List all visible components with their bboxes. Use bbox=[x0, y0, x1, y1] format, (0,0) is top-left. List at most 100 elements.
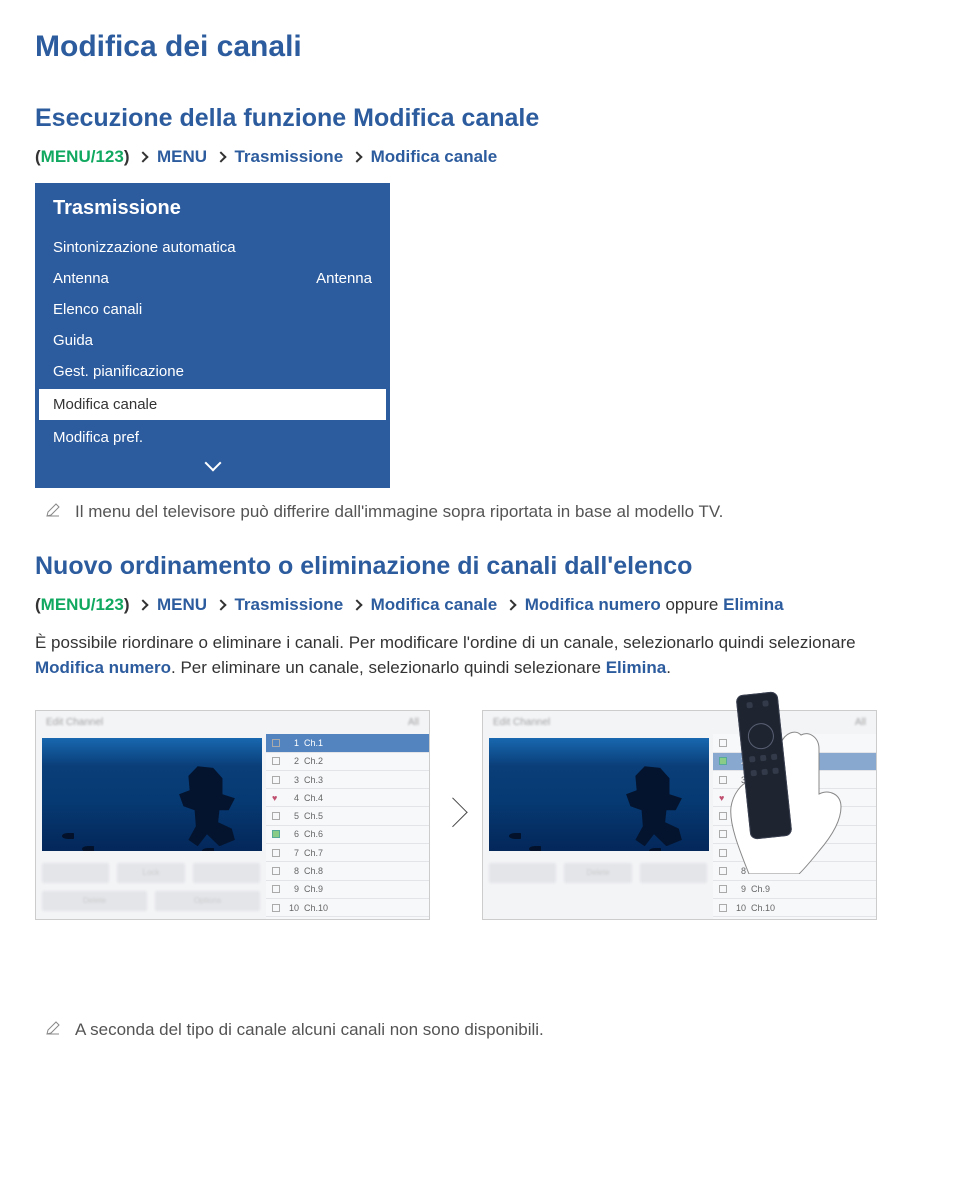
shot-header-left: Edit Channel bbox=[493, 717, 550, 728]
channel-name: Ch.8 bbox=[304, 866, 323, 876]
lock-icon bbox=[719, 885, 727, 893]
lock-icon bbox=[272, 812, 280, 820]
note-1: Il menu del televisore può differire dal… bbox=[45, 502, 925, 522]
lock-icon bbox=[272, 904, 280, 912]
bc-menu: MENU bbox=[157, 147, 207, 166]
bc-item4: Elimina bbox=[723, 595, 783, 614]
hand-icon bbox=[719, 729, 849, 874]
channel-name: Ch.9 bbox=[751, 884, 770, 894]
footer-btn-options[interactable]: Options bbox=[155, 891, 260, 911]
section1-heading: Esecuzione della funzione Modifica canal… bbox=[35, 104, 925, 133]
channel-name: Ch.1 bbox=[304, 738, 323, 748]
shot-preview-left: Lock Delete Options bbox=[36, 734, 266, 919]
footer-btn[interactable] bbox=[42, 863, 109, 883]
body-kw2: Elimina bbox=[606, 658, 666, 677]
footer-btn-delete[interactable]: Delete bbox=[42, 891, 147, 911]
heart-icon: ♥ bbox=[272, 794, 280, 802]
hand-remote-overlay bbox=[715, 697, 870, 872]
channel-row[interactable]: 2 Ch.2 bbox=[266, 753, 429, 771]
menu-item[interactable]: Modifica canale bbox=[39, 389, 386, 420]
channel-row[interactable]: 9 Ch.9 bbox=[713, 881, 876, 899]
body-kw1: Modifica numero bbox=[35, 658, 171, 677]
footer-btn-lock[interactable]: Lock bbox=[117, 863, 184, 883]
note2-text: A seconda del tipo di canale alcuni cana… bbox=[75, 1020, 544, 1040]
chevron-down-icon[interactable] bbox=[204, 455, 221, 472]
channel-number: 10 bbox=[285, 903, 299, 913]
lock-icon bbox=[272, 776, 280, 784]
menu-item[interactable]: Guida bbox=[35, 325, 390, 356]
menu-item[interactable]: Antenna Antenna bbox=[35, 263, 390, 294]
footer-btn[interactable] bbox=[193, 863, 260, 883]
channel-row[interactable]: 5 Ch.5 bbox=[266, 807, 429, 825]
bc-item1: Trasmissione bbox=[234, 595, 343, 614]
body-mid: . Per eliminare un canale, selezionarlo … bbox=[171, 658, 606, 677]
menu-item[interactable]: Sintonizzazione automatica bbox=[35, 232, 390, 263]
channel-number: 9 bbox=[732, 884, 746, 894]
channel-name: Ch.6 bbox=[304, 829, 323, 839]
checkbox-checked-icon bbox=[272, 830, 280, 838]
bc-menu123: MENU/123 bbox=[41, 595, 124, 614]
breadcrumb-1: (MENU/123) MENU Trasmissione Modifica ca… bbox=[35, 147, 925, 167]
bc-item3: Modifica numero bbox=[525, 595, 661, 614]
bc-menu123: MENU/123 bbox=[41, 147, 124, 166]
channel-row[interactable]: 10Ch.10 bbox=[713, 899, 876, 917]
breadcrumb-2: (MENU/123) MENU Trasmissione Modifica ca… bbox=[35, 595, 925, 615]
channel-row[interactable]: 8Ch.8 bbox=[266, 862, 429, 880]
menu-item-label: Elenco canali bbox=[53, 301, 142, 318]
channel-number: 1 bbox=[285, 738, 299, 748]
channel-row[interactable]: 9Ch.9 bbox=[266, 881, 429, 899]
chevron-right-icon bbox=[351, 151, 362, 162]
chevron-right-icon bbox=[138, 151, 149, 162]
channel-list-left: 1 Ch.1 2 Ch.2 3Ch.3 ♥ 4 Ch.4 5 Ch.5 6Ch.67Ch.78Ch.… bbox=[266, 734, 429, 919]
channel-row[interactable]: 1 Ch.1 bbox=[266, 734, 429, 752]
channel-row[interactable]: 3Ch.3 bbox=[266, 771, 429, 789]
channel-name: Ch.10 bbox=[304, 903, 328, 913]
diver-icon bbox=[176, 766, 238, 846]
bc-item2: Modifica canale bbox=[371, 147, 498, 166]
tv-menu-panel: Trasmissione Sintonizzazione automaticaA… bbox=[35, 183, 390, 488]
menu-item[interactable]: Modifica pref. bbox=[35, 422, 390, 453]
lock-icon bbox=[272, 867, 280, 875]
paren-close: ) bbox=[124, 147, 130, 166]
channel-number: 5 bbox=[285, 811, 299, 821]
shot-preview-right: Delete bbox=[483, 734, 713, 919]
channel-name: Ch.7 bbox=[304, 848, 323, 858]
menu-item[interactable]: Elenco canali bbox=[35, 294, 390, 325]
shot-header-left: Edit Channel bbox=[46, 717, 103, 728]
body-pre: È possibile riordinare o eliminare i can… bbox=[35, 633, 856, 652]
section2-body: È possibile riordinare o eliminare i can… bbox=[35, 631, 925, 680]
menu-item[interactable]: Gest. pianificazione bbox=[35, 356, 390, 387]
underwater-image bbox=[489, 738, 709, 851]
channel-number: 2 bbox=[285, 756, 299, 766]
channel-number: 4 bbox=[285, 793, 299, 803]
menu-item-label: Guida bbox=[53, 332, 93, 349]
channel-row[interactable]: 7Ch.7 bbox=[266, 844, 429, 862]
channel-row[interactable]: 10 Ch.10 bbox=[266, 899, 429, 917]
footer-btn[interactable] bbox=[489, 863, 556, 883]
menu-item-label: Antenna bbox=[53, 270, 109, 287]
bc-or: oppure bbox=[661, 595, 723, 614]
lock-icon bbox=[272, 885, 280, 893]
body-end: . bbox=[666, 658, 671, 677]
note-2: A seconda del tipo di canale alcuni cana… bbox=[45, 1020, 925, 1040]
paren-close: ) bbox=[124, 595, 130, 614]
channel-name: Ch.2 bbox=[304, 756, 323, 766]
chevron-right-icon bbox=[505, 599, 516, 610]
menu-item-label: Sintonizzazione automatica bbox=[53, 239, 236, 256]
channel-name: Ch.5 bbox=[304, 811, 323, 821]
footer-btn[interactable] bbox=[640, 863, 707, 883]
channel-row[interactable]: 6Ch.6 bbox=[266, 826, 429, 844]
remote-icon bbox=[736, 691, 793, 840]
lock-icon bbox=[272, 739, 280, 747]
menu-item-value: Antenna bbox=[316, 270, 372, 287]
section2-heading: Nuovo ordinamento o eliminazione di cana… bbox=[35, 552, 925, 581]
channel-name: Ch.4 bbox=[304, 793, 323, 803]
page-title: Modifica dei canali bbox=[35, 30, 925, 64]
lock-icon bbox=[719, 904, 727, 912]
channel-number: 9 bbox=[285, 884, 299, 894]
chevron-right-icon bbox=[351, 599, 362, 610]
chevron-right-icon bbox=[138, 599, 149, 610]
footer-btn-delete[interactable]: Delete bbox=[564, 863, 631, 883]
channel-row[interactable]: ♥ 4 Ch.4 bbox=[266, 789, 429, 807]
menu-item-label: Modifica pref. bbox=[53, 429, 143, 446]
